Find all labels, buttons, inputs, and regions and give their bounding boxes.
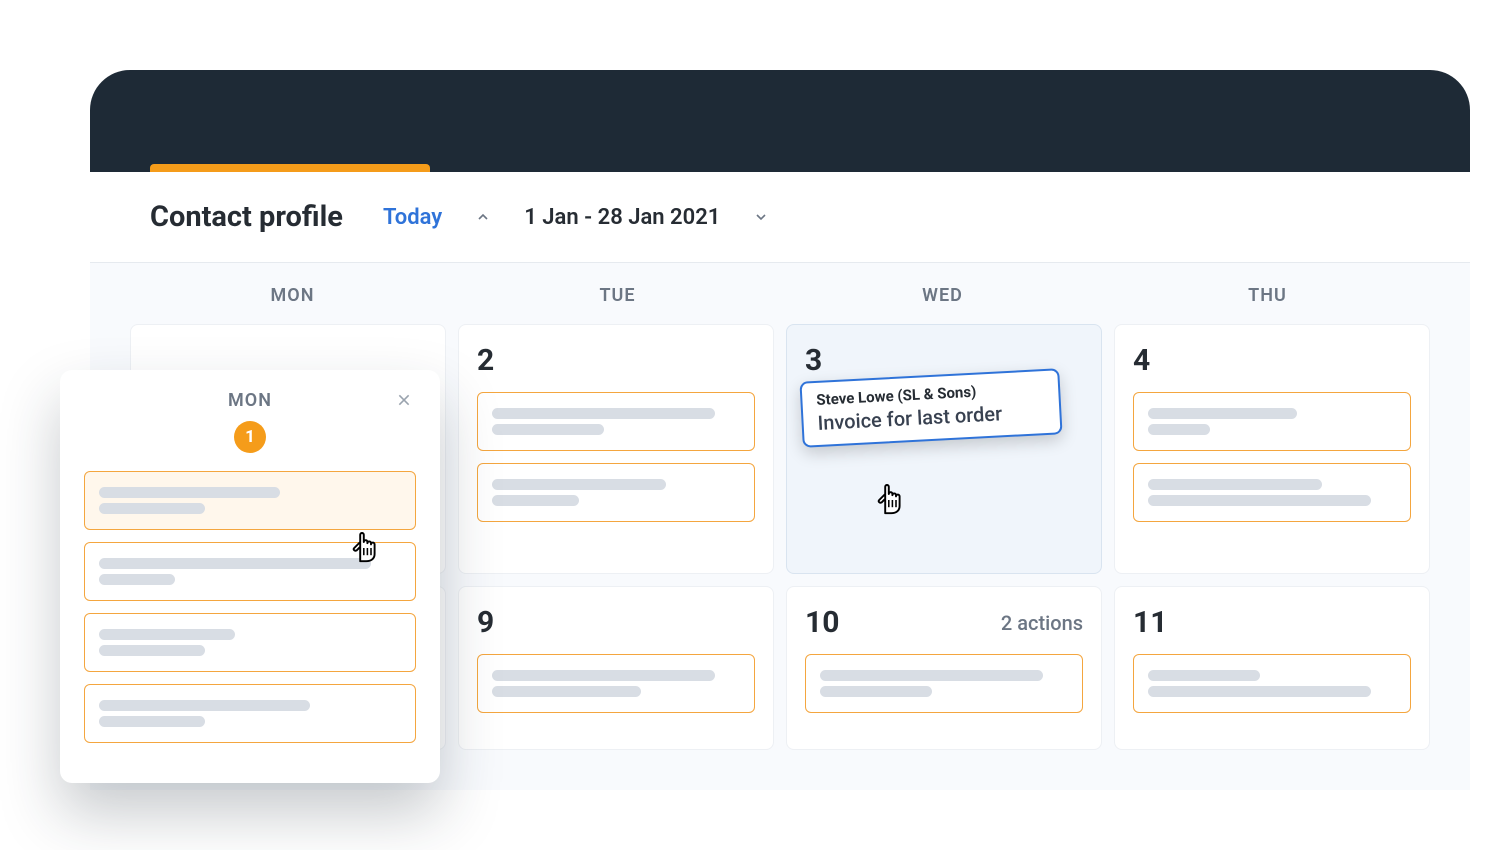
close-icon [396, 392, 412, 408]
chevron-up-icon [475, 209, 491, 225]
event-card[interactable] [1133, 463, 1411, 522]
event-card[interactable] [805, 654, 1083, 713]
placeholder-line [1148, 408, 1297, 419]
day-number: 9 [477, 605, 494, 640]
page-title: Contact profile [150, 200, 343, 234]
event-card[interactable] [84, 471, 416, 530]
day-number: 4 [1133, 343, 1150, 378]
placeholder-line [492, 408, 715, 419]
event-card[interactable] [1133, 654, 1411, 713]
popout-weekday: MON [84, 390, 416, 411]
placeholder-line [99, 629, 235, 640]
placeholder-line [492, 424, 604, 435]
day-number: 11 [1133, 605, 1167, 640]
date-badge: 1 [234, 421, 266, 453]
dragged-event-card[interactable]: Steve Lowe (SL & Sons) Invoice for last … [799, 368, 1062, 448]
placeholder-line [1148, 670, 1260, 681]
day-cell-4[interactable]: 4 [1114, 324, 1430, 574]
placeholder-line [99, 503, 205, 514]
toolbar: Contact profile Today 1 Jan - 28 Jan 202… [90, 172, 1470, 263]
event-card[interactable] [84, 684, 416, 743]
placeholder-line [99, 487, 280, 498]
weekday-thu: THU [1105, 285, 1430, 306]
placeholder-line [492, 479, 666, 490]
placeholder-line [99, 700, 310, 711]
placeholder-line [492, 686, 641, 697]
date-range-label: 1 Jan - 28 Jan 2021 [524, 205, 720, 230]
weekday-wed: WED [780, 285, 1105, 306]
prev-period-button[interactable] [472, 206, 494, 228]
today-button[interactable]: Today [383, 205, 442, 230]
placeholder-line [99, 558, 371, 569]
day-number: 3 [805, 343, 822, 378]
day-cell-9[interactable]: 9 [458, 586, 774, 750]
placeholder-line [99, 645, 205, 656]
placeholder-line [820, 686, 932, 697]
event-card[interactable] [477, 392, 755, 451]
day-cell-3[interactable]: 3 Steve Lowe (SL & Sons) Invoice for las… [786, 324, 1102, 574]
actions-count: 2 actions [1001, 611, 1083, 635]
day-cell-2[interactable]: 2 [458, 324, 774, 574]
next-period-button[interactable] [750, 206, 772, 228]
day-cell-10[interactable]: 10 2 actions [786, 586, 1102, 750]
day-number: 2 [477, 343, 494, 378]
day-cell-11[interactable]: 11 [1114, 586, 1430, 750]
event-card[interactable] [1133, 392, 1411, 451]
placeholder-line [99, 574, 175, 585]
event-card[interactable] [84, 613, 416, 672]
weekday-header-row: MON TUE WED THU [90, 263, 1470, 324]
day-number: 10 [805, 605, 839, 640]
placeholder-line [1148, 479, 1322, 490]
placeholder-line [1148, 686, 1371, 697]
weekday-tue: TUE [455, 285, 780, 306]
weekday-mon: MON [130, 285, 455, 306]
placeholder-line [99, 716, 205, 727]
day-detail-popout: MON 1 [60, 370, 440, 783]
app-titlebar [90, 70, 1470, 172]
active-tab-indicator [150, 164, 430, 172]
placeholder-line [1148, 495, 1371, 506]
placeholder-line [820, 670, 1043, 681]
placeholder-line [492, 670, 715, 681]
event-card[interactable] [477, 463, 755, 522]
event-card[interactable] [477, 654, 755, 713]
close-button[interactable] [392, 388, 416, 412]
placeholder-line [1148, 424, 1210, 435]
placeholder-line [492, 495, 579, 506]
chevron-down-icon [753, 209, 769, 225]
event-card[interactable] [84, 542, 416, 601]
